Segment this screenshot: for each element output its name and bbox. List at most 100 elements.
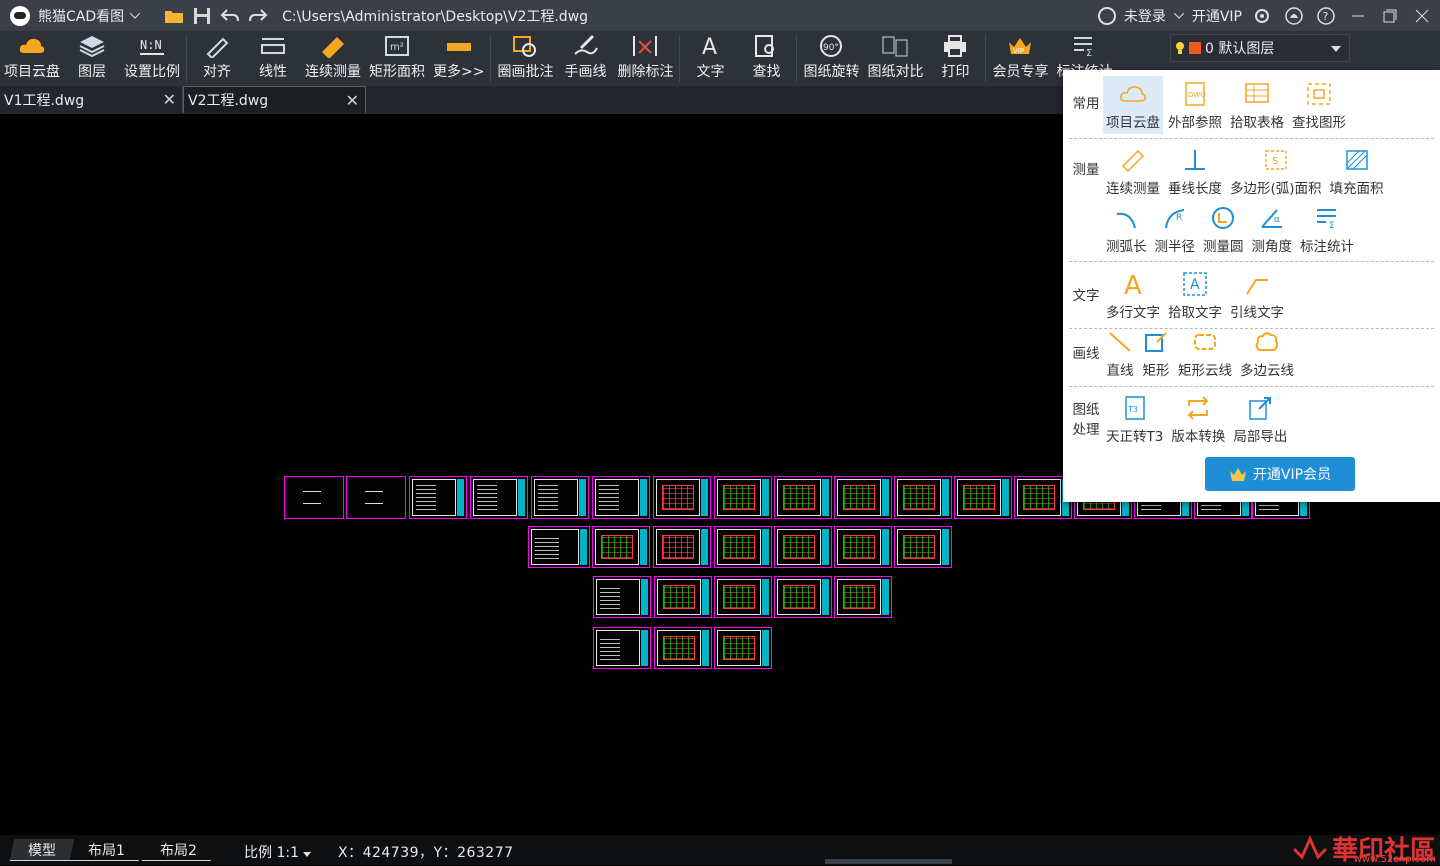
menu-item-cloud-disk[interactable]: 项目云盘 [1103,76,1163,134]
tool-circle-annotate[interactable]: 圈画批注 [493,31,557,86]
drawing-sheet[interactable] [774,576,832,618]
menu-item-version-convert[interactable]: 版本转换 [1168,390,1228,448]
tool-print[interactable]: 打印 [927,31,983,86]
drawing-sheet[interactable] [528,526,590,568]
scale-select[interactable]: 比例 1:1 [244,842,311,862]
drawing-sheet[interactable] [834,526,892,568]
tool-rect-area[interactable]: m² 矩形面积 [365,31,429,86]
find-shape-icon [1305,80,1333,108]
tab-v2[interactable]: V2工程.dwg ✕ [183,86,366,113]
menu-item-annotation-stats[interactable]: Σ 标注统计 [1297,200,1357,258]
drawing-sheet[interactable] [894,476,952,519]
menu-item-xref[interactable]: DWG 外部参照 [1165,76,1225,134]
menu-item-radius[interactable]: R 测半径 [1152,200,1199,258]
drawing-sheet[interactable] [592,526,650,568]
drawing-sheet[interactable] [894,526,952,568]
drawing-sheet[interactable] [654,627,712,669]
drawing-sheet[interactable] [654,576,712,618]
drawing-sheet[interactable] [593,576,651,618]
file-path: C:\Users\Administrator\Desktop\V2工程.dwg [282,6,588,26]
layer-select[interactable]: 0 默认图层 [1170,34,1350,62]
pick-text-icon: A [1181,270,1209,298]
menu-item-polygon-area[interactable]: S 多边形(弧)面积 [1227,142,1325,200]
redo-icon[interactable] [244,2,272,30]
menu-item-measure-circle[interactable]: 测量圆 [1200,200,1247,258]
menu-item-continuous-measure[interactable]: 连续测量 [1103,142,1163,200]
drawing-sheet[interactable] [714,526,772,568]
tool-rotate[interactable]: 90° 图纸旋转 [799,31,863,86]
drawing-sheet[interactable] [834,476,892,519]
open-vip-link[interactable]: 开通VIP [1192,6,1242,26]
tool-find[interactable]: 查找 [738,31,794,86]
menu-item-rectangle[interactable]: 矩形 [1139,324,1173,382]
tab-v1[interactable]: V1工程.dwg ✕ [0,86,183,113]
undo-icon[interactable] [216,2,244,30]
menu-item-arc-length[interactable]: 测弧长 [1103,200,1150,258]
drawing-sheet[interactable] [714,476,772,519]
help-icon[interactable]: ? [1314,4,1338,28]
cloud-disk-icon [18,33,46,59]
menu-item-mtext[interactable]: A 多行文字 [1103,266,1163,324]
tool-compare[interactable]: 图纸对比 [863,31,927,86]
horizontal-scrollbar[interactable] [825,859,952,864]
drawing-sheet[interactable] [346,476,406,519]
menu-item-leader-text[interactable]: 引线文字 [1227,266,1287,324]
menu-item-find-shape[interactable]: 查找图形 [1289,76,1349,134]
menu-item-perpendicular-length[interactable]: 垂线长度 [1165,142,1225,200]
layout-tab-2[interactable]: 布局2 [142,839,216,861]
drawing-sheet[interactable] [834,576,892,618]
drawing-sheet[interactable] [714,627,772,669]
drawing-sheet[interactable] [774,476,832,519]
drawing-sheet[interactable] [409,476,467,519]
login-link[interactable]: 未登录 [1124,6,1166,26]
app-menu[interactable]: 熊猫CAD看图 [38,6,140,26]
watermark-logo-icon [1292,835,1328,865]
layers-icon [78,33,106,59]
layout-tab-model[interactable]: 模型 [10,839,75,861]
tool-align[interactable]: 对齐 [189,31,245,86]
drawing-sheet[interactable] [653,476,711,519]
restore-icon[interactable] [1378,4,1402,28]
tool-vip[interactable]: VIP 会员专享 [988,31,1052,86]
menu-item-pick-table[interactable]: 拾取表格 [1227,76,1287,134]
menu-item-partial-export[interactable]: 局部导出 [1230,390,1290,448]
menu-item-rect-cloud[interactable]: 矩形云线 [1175,324,1235,382]
drawing-sheet[interactable] [470,476,528,519]
tool-linear[interactable]: 线性 [245,31,301,86]
close-icon[interactable]: ✕ [163,90,176,109]
drawing-sheet[interactable] [774,526,832,568]
tool-delete-annotation[interactable]: 删除标注 [613,31,677,86]
save-icon[interactable] [188,2,216,30]
drawing-sheet[interactable] [714,576,772,618]
drawing-sheet[interactable] [592,476,650,519]
tool-freehand[interactable]: 手画线 [557,31,613,86]
drawing-sheet[interactable] [593,627,651,669]
menu-item-tangent-t3[interactable]: T3 天正转T3 [1103,390,1166,448]
menu-item-pick-text[interactable]: A 拾取文字 [1165,266,1225,324]
menu-item-fill-area[interactable]: 填充面积 [1327,142,1387,200]
drawing-sheet[interactable] [653,526,711,568]
vip-crown-icon [1229,466,1247,482]
open-folder-icon[interactable] [160,2,188,30]
skin-icon[interactable] [1282,4,1306,28]
tool-more[interactable]: 更多>> [429,31,488,86]
user-avatar-icon[interactable] [1098,7,1116,25]
tool-text[interactable]: A 文字 [682,31,738,86]
minimize-icon[interactable] [1346,4,1370,28]
tool-cloud-disk[interactable]: 项目云盘 [0,31,64,86]
drawing-sheet[interactable] [284,476,344,519]
settings-gear-icon[interactable] [1250,4,1274,28]
menu-item-angle[interactable]: α 测角度 [1249,200,1296,258]
menu-item-poly-cloud[interactable]: 多边云线 [1237,324,1297,382]
tool-layers[interactable]: 图层 [64,31,120,86]
drawing-sheet[interactable] [954,476,1012,519]
open-vip-button[interactable]: 开通VIP会员 [1205,457,1355,491]
tool-continuous-measure[interactable]: 连续测量 [301,31,365,86]
close-icon[interactable] [1410,4,1434,28]
menu-item-line[interactable]: 直线 [1103,324,1137,382]
section-common: 常用 项目云盘 DWG 外部参照 拾取表格 查找图形 [1069,76,1434,134]
layout-tab-1[interactable]: 布局1 [70,839,144,861]
tool-set-scale[interactable]: N:N 设置比例 [120,31,184,86]
drawing-sheet[interactable] [531,476,589,519]
close-icon[interactable]: ✕ [346,91,359,110]
